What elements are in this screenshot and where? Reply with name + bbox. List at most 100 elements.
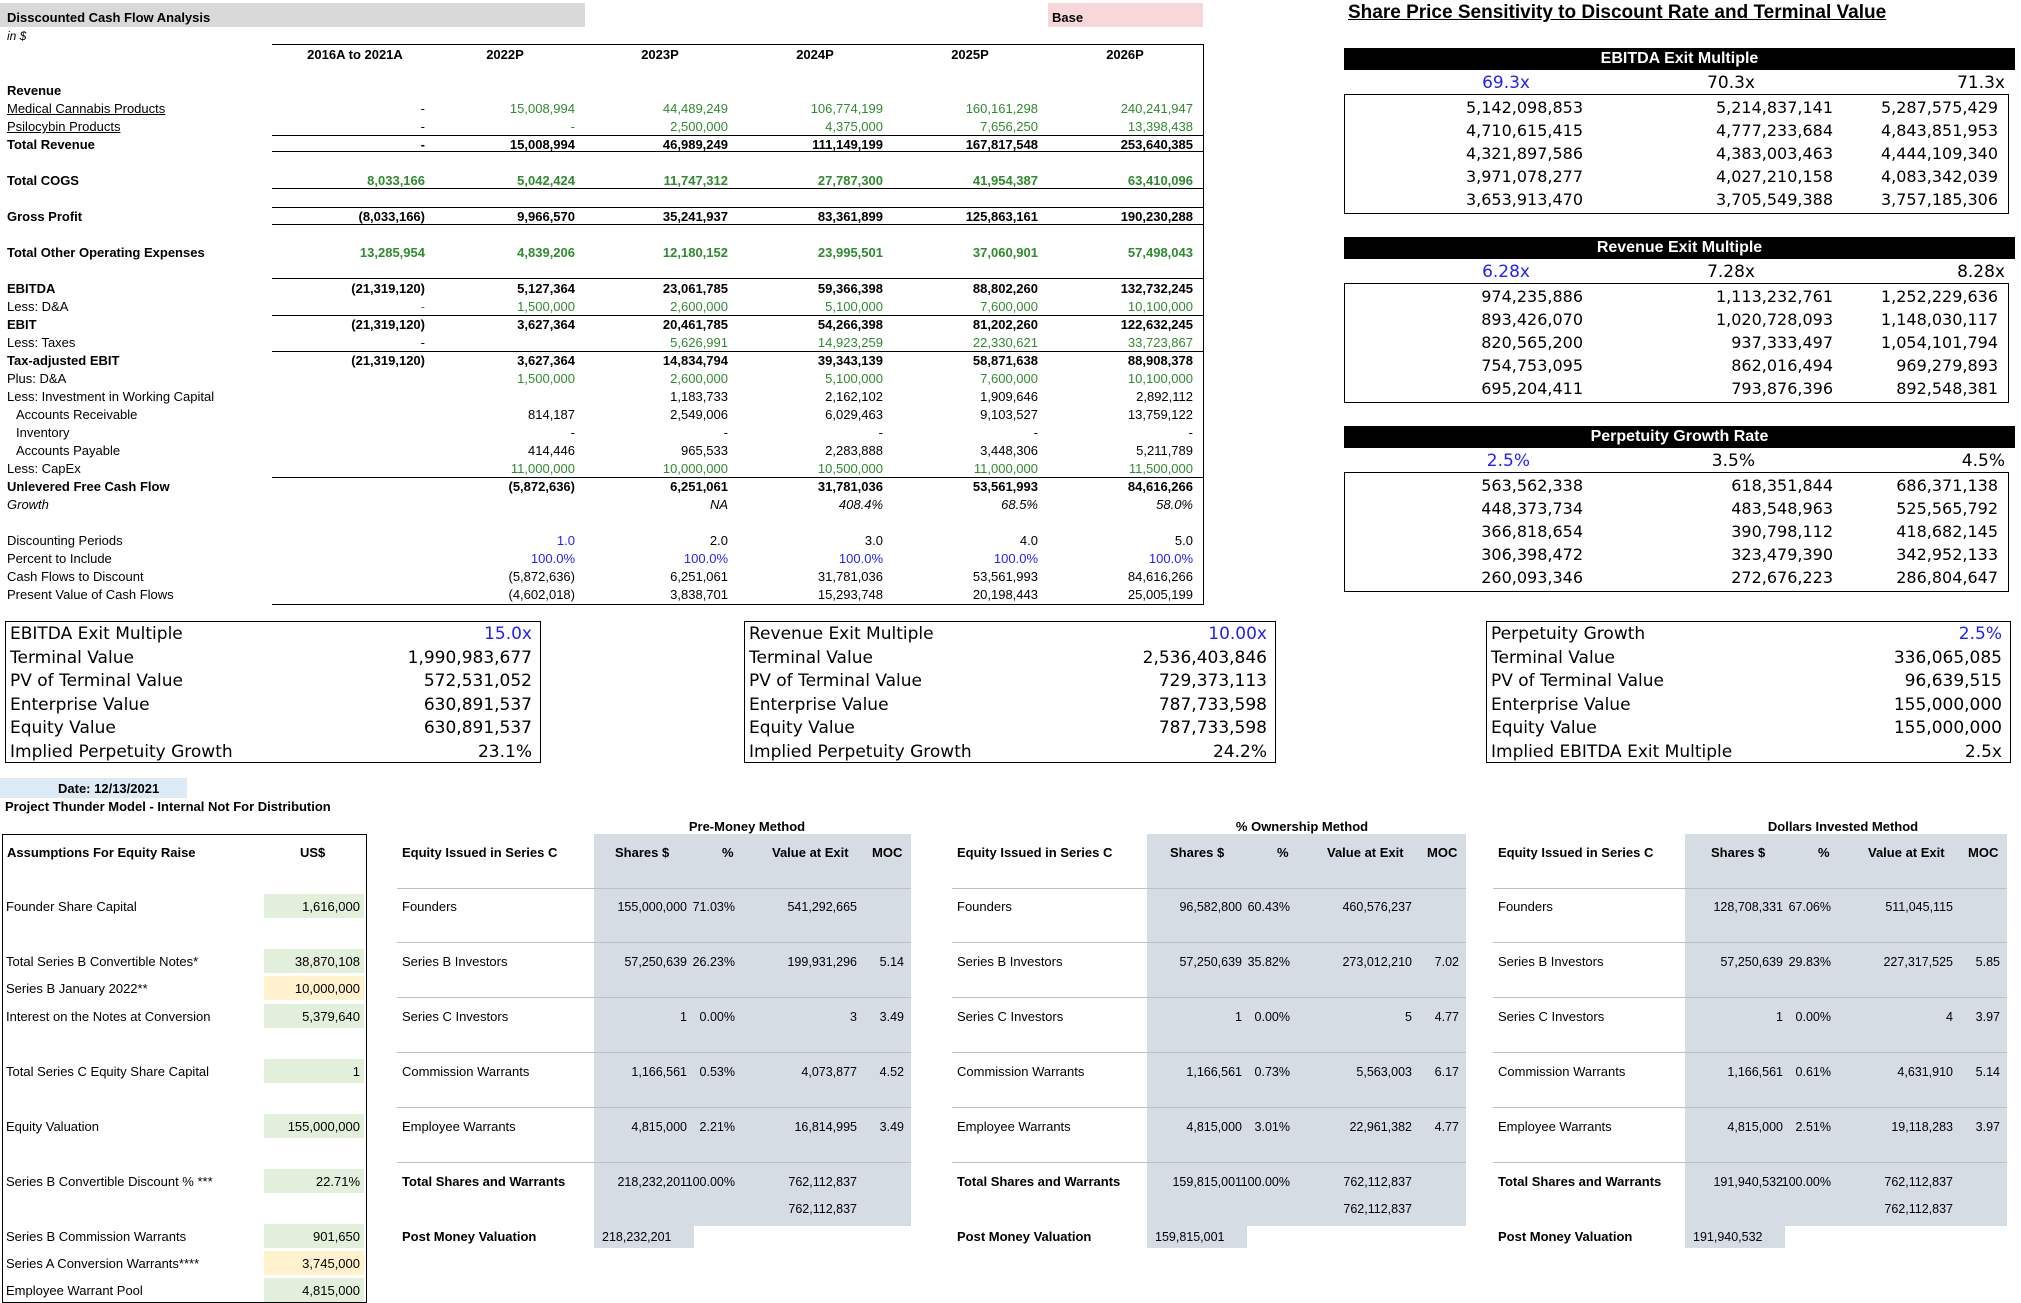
sens-cell[interactable]: 4,843,851,953 <box>1881 121 1998 140</box>
sens-cell[interactable]: 1,148,030,117 <box>1881 310 1998 329</box>
method-cell[interactable]: 762,112,837 <box>1343 1173 1412 1191</box>
dcf-cell[interactable]: 4.0 <box>898 532 1038 550</box>
dcf-cell[interactable]: 4,375,000 <box>743 118 883 136</box>
sens-cell[interactable]: 4,321,897,586 <box>1466 144 1583 163</box>
method-cell[interactable]: 16,814,995 <box>794 1118 857 1136</box>
summary-value[interactable]: 729,373,113 <box>1159 671 1267 691</box>
assumption-value[interactable]: 1,616,000 <box>302 898 360 916</box>
dcf-cell[interactable]: - <box>285 334 425 352</box>
dcf-cell[interactable]: - <box>898 424 1038 442</box>
summary-value[interactable]: 23.1% <box>478 742 532 762</box>
dcf-cell[interactable]: 3,838,701 <box>588 586 728 604</box>
sens-cell[interactable]: 937,333,497 <box>1731 333 1833 352</box>
sens-cell[interactable]: 286,804,647 <box>1896 568 1998 587</box>
dcf-cell[interactable]: - <box>285 298 425 316</box>
summary-value[interactable]: 787,733,598 <box>1159 718 1267 738</box>
dcf-cell[interactable]: 88,908,378 <box>1053 352 1193 370</box>
method-cell[interactable]: 96,582,800 <box>1179 898 1242 916</box>
method-cell[interactable]: 3.49 <box>880 1008 904 1026</box>
summary-value[interactable]: 787,733,598 <box>1159 695 1267 715</box>
sens-cell[interactable]: 306,398,472 <box>1481 545 1583 564</box>
method-cell[interactable]: 2.21% <box>700 1118 735 1136</box>
method-cell[interactable]: 0.61% <box>1796 1063 1831 1081</box>
dcf-cell[interactable]: (21,319,120) <box>285 316 425 334</box>
dcf-cell[interactable]: 100.0% <box>1053 550 1193 568</box>
method-cell[interactable]: 4.77 <box>1435 1118 1459 1136</box>
sens-col-header[interactable]: 6.28x <box>1482 262 1530 282</box>
dcf-cell[interactable]: 23,995,501 <box>743 244 883 262</box>
dcf-cell[interactable]: 14,923,259 <box>743 334 883 352</box>
dcf-cell[interactable]: (5,872,636) <box>435 478 576 496</box>
post-money-value[interactable]: 159,815,001 <box>1155 1228 1225 1246</box>
summary-value[interactable]: 155,000,000 <box>1894 695 2002 715</box>
dcf-cell[interactable]: 965,533 <box>588 442 728 460</box>
dcf-cell[interactable]: 2,600,000 <box>588 298 728 316</box>
dcf-cell[interactable]: 408.4% <box>743 496 883 514</box>
dcf-cell[interactable]: 11,500,000 <box>1053 460 1193 478</box>
dcf-cell[interactable]: - <box>285 118 425 136</box>
method-cell[interactable]: 218,232,201 <box>617 1173 687 1191</box>
sens-cell[interactable]: 418,682,145 <box>1896 522 1998 541</box>
assumption-value[interactable]: 5,379,640 <box>302 1008 360 1026</box>
dcf-cell[interactable]: 39,343,139 <box>743 352 883 370</box>
sens-cell[interactable]: 4,444,109,340 <box>1881 144 1998 163</box>
method-cell[interactable]: 5.14 <box>880 953 904 971</box>
method-cell[interactable]: 155,000,000 <box>617 898 687 916</box>
dcf-cell[interactable]: 84,616,266 <box>1053 568 1193 586</box>
dcf-cell[interactable]: 58,871,638 <box>898 352 1038 370</box>
method-cell[interactable]: 1 <box>1776 1008 1783 1026</box>
method-cell[interactable]: 100.00% <box>1782 1173 1831 1191</box>
method-cell[interactable]: 1,166,561 <box>1727 1063 1783 1081</box>
dcf-cell[interactable]: 33,723,867 <box>1053 334 1193 352</box>
method-cell[interactable]: 71.03% <box>693 898 735 916</box>
dcf-cell[interactable]: 9,103,527 <box>898 406 1038 424</box>
summary-value[interactable]: 572,531,052 <box>424 671 532 691</box>
summary-value[interactable]: 2.5% <box>1959 624 2002 644</box>
dcf-cell[interactable]: 2.0 <box>588 532 728 550</box>
sens-cell[interactable]: 1,020,728,093 <box>1716 310 1833 329</box>
sens-cell[interactable]: 754,753,095 <box>1481 356 1583 375</box>
dcf-cell[interactable]: - <box>1053 424 1193 442</box>
sens-cell[interactable]: 893,426,070 <box>1481 310 1583 329</box>
dcf-cell[interactable]: - <box>435 118 575 136</box>
sens-col-header[interactable]: 69.3x <box>1482 73 1530 93</box>
dcf-cell[interactable]: 20,198,443 <box>898 586 1038 604</box>
dcf-cell[interactable]: 106,774,199 <box>743 100 883 118</box>
method-cell[interactable]: 60.43% <box>1248 898 1290 916</box>
dcf-cell[interactable]: 11,000,000 <box>435 460 575 478</box>
dcf-cell[interactable]: 100.0% <box>743 550 883 568</box>
method-cell[interactable]: 35.82% <box>1248 953 1290 971</box>
method-cell[interactable]: 0.00% <box>1796 1008 1831 1026</box>
sens-col-header[interactable]: 4.5% <box>1962 451 2005 471</box>
dcf-cell[interactable]: (4,602,018) <box>435 586 576 604</box>
method-cell[interactable]: 191,940,532 <box>1713 1173 1783 1191</box>
sens-cell[interactable]: 3,971,078,277 <box>1466 167 1583 186</box>
dcf-cell[interactable]: 88,802,260 <box>898 280 1038 298</box>
dcf-cell[interactable]: 122,632,245 <box>1053 316 1193 334</box>
method-cell[interactable]: 460,576,237 <box>1342 898 1412 916</box>
summary-value[interactable]: 96,639,515 <box>1905 671 2002 691</box>
dcf-cell[interactable]: 7,600,000 <box>898 370 1038 388</box>
dcf-cell[interactable]: 37,060,901 <box>898 244 1038 262</box>
method-cell[interactable]: 19,118,283 <box>1891 1118 1953 1136</box>
sens-cell[interactable]: 969,279,893 <box>1896 356 1998 375</box>
dcf-cell[interactable]: 23,061,785 <box>588 280 728 298</box>
dcf-cell[interactable]: - <box>588 424 728 442</box>
sens-cell[interactable]: 366,818,654 <box>1481 522 1583 541</box>
dcf-cell[interactable]: 59,366,398 <box>743 280 883 298</box>
summary-value[interactable]: 336,065,085 <box>1894 648 2002 668</box>
post-money-value[interactable]: 218,232,201 <box>602 1228 672 1246</box>
method-cell[interactable]: 0.53% <box>700 1063 735 1081</box>
post-money-value[interactable]: 191,940,532 <box>1693 1228 1763 1246</box>
dcf-cell[interactable]: 3,627,364 <box>435 316 575 334</box>
dcf-cell[interactable]: 6,251,061 <box>588 478 728 496</box>
sens-cell[interactable]: 4,710,615,415 <box>1466 121 1583 140</box>
dcf-cell[interactable]: 20,461,785 <box>588 316 728 334</box>
sens-col-header[interactable]: 3.5% <box>1712 451 1755 471</box>
summary-value[interactable]: 630,891,537 <box>424 718 532 738</box>
dcf-cell[interactable]: 10,000,000 <box>588 460 728 478</box>
dcf-cell[interactable]: 1,500,000 <box>435 370 575 388</box>
dcf-cell[interactable]: 12,180,152 <box>588 244 728 262</box>
dcf-cell[interactable]: 5,211,789 <box>1053 442 1193 460</box>
method-cell[interactable]: 0.00% <box>1255 1008 1290 1026</box>
